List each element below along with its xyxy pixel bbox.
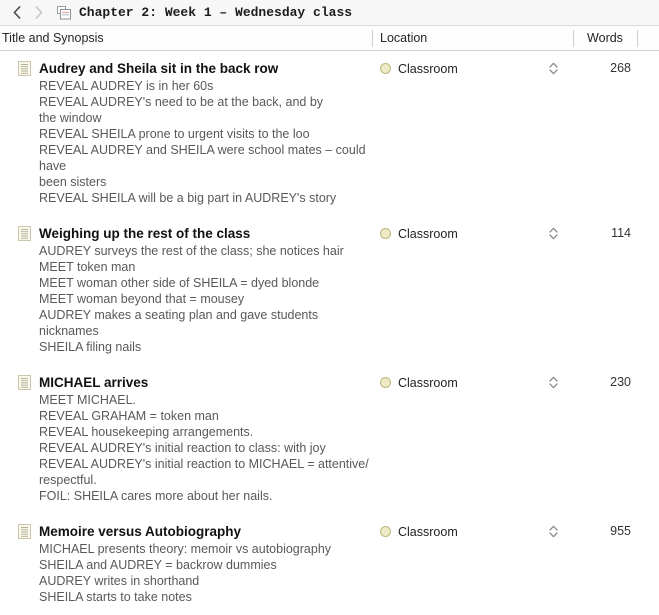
row-title-cell[interactable]: MICHAEL arrives MEET MICHAEL. REVEAL GRA… (0, 374, 372, 504)
row-location-label: Classroom (398, 375, 458, 390)
column-header-title[interactable]: Title and Synopsis (0, 26, 372, 51)
row-words-cell: 268 (610, 61, 631, 75)
row-location-cell[interactable]: Classroom (372, 60, 573, 77)
row-location-label: Classroom (398, 524, 458, 539)
row-title: Memoire versus Autobiography (39, 524, 242, 539)
location-stepper[interactable] (548, 61, 559, 77)
column-header-location[interactable]: Location (372, 26, 573, 51)
document-stack-icon (56, 5, 72, 21)
table-row[interactable]: Audrey and Sheila sit in the back row RE… (0, 51, 659, 216)
row-title: MICHAEL arrives (39, 375, 149, 390)
titlebar: Chapter 2: Week 1 – Wednesday class (0, 0, 659, 26)
row-location-label: Classroom (398, 61, 458, 76)
row-title: Weighing up the rest of the class (39, 226, 251, 241)
column-header-words[interactable]: Words (573, 26, 637, 51)
row-synopsis: MEET MICHAEL. REVEAL GRAHAM = token man … (39, 393, 369, 503)
column-header-row: Title and Synopsis Location Words (0, 26, 659, 51)
column-header-words-label: Words (587, 31, 623, 45)
back-button[interactable] (6, 2, 28, 24)
document-icon (18, 226, 31, 241)
row-location-cell[interactable]: Classroom (372, 374, 573, 391)
stepper-chevrons-icon (549, 227, 558, 240)
chevron-right-icon (35, 6, 43, 19)
location-stepper[interactable] (548, 375, 559, 391)
page-title: Chapter 2: Week 1 – Wednesday class (79, 5, 353, 20)
stepper-chevrons-icon (549, 62, 558, 75)
row-location-label: Classroom (398, 226, 458, 241)
row-words-cell: 230 (610, 375, 631, 389)
row-synopsis: REVEAL AUDREY is in her 60s REVEAL AUDRE… (39, 79, 366, 205)
row-words-cell: 114 (611, 226, 631, 240)
location-stepper[interactable] (548, 524, 559, 540)
row-title-cell[interactable]: Weighing up the rest of the class AUDREY… (0, 225, 372, 355)
status-badge (380, 228, 391, 239)
document-icon (18, 524, 31, 539)
chevron-left-icon (13, 6, 21, 19)
table-row[interactable]: Weighing up the rest of the class AUDREY… (0, 216, 659, 365)
document-icon (18, 61, 31, 76)
status-badge (380, 63, 391, 74)
forward-button[interactable] (28, 2, 50, 24)
document-icon (18, 375, 31, 390)
stepper-chevrons-icon (549, 376, 558, 389)
column-header-title-label: Title and Synopsis (2, 31, 104, 45)
row-location-cell[interactable]: Classroom (372, 225, 573, 242)
row-title: Audrey and Sheila sit in the back row (39, 61, 279, 76)
row-title-cell[interactable]: Audrey and Sheila sit in the back row RE… (0, 60, 372, 206)
table-row[interactable]: MICHAEL arrives MEET MICHAEL. REVEAL GRA… (0, 365, 659, 514)
location-stepper[interactable] (548, 226, 559, 242)
status-badge (380, 526, 391, 537)
row-location-cell[interactable]: Classroom (372, 523, 573, 540)
column-header-location-label: Location (380, 31, 428, 45)
table-row[interactable]: Memoire versus Autobiography MICHAEL pre… (0, 514, 659, 615)
outline-list: Audrey and Sheila sit in the back row RE… (0, 51, 659, 615)
row-synopsis: MICHAEL presents theory: memoir vs autob… (39, 542, 332, 604)
stepper-chevrons-icon (549, 525, 558, 538)
status-badge (380, 377, 391, 388)
row-title-cell[interactable]: Memoire versus Autobiography MICHAEL pre… (0, 523, 372, 605)
column-header-gutter (637, 26, 659, 51)
row-synopsis: AUDREY surveys the rest of the class; sh… (39, 244, 344, 354)
row-words-cell: 955 (610, 524, 631, 538)
